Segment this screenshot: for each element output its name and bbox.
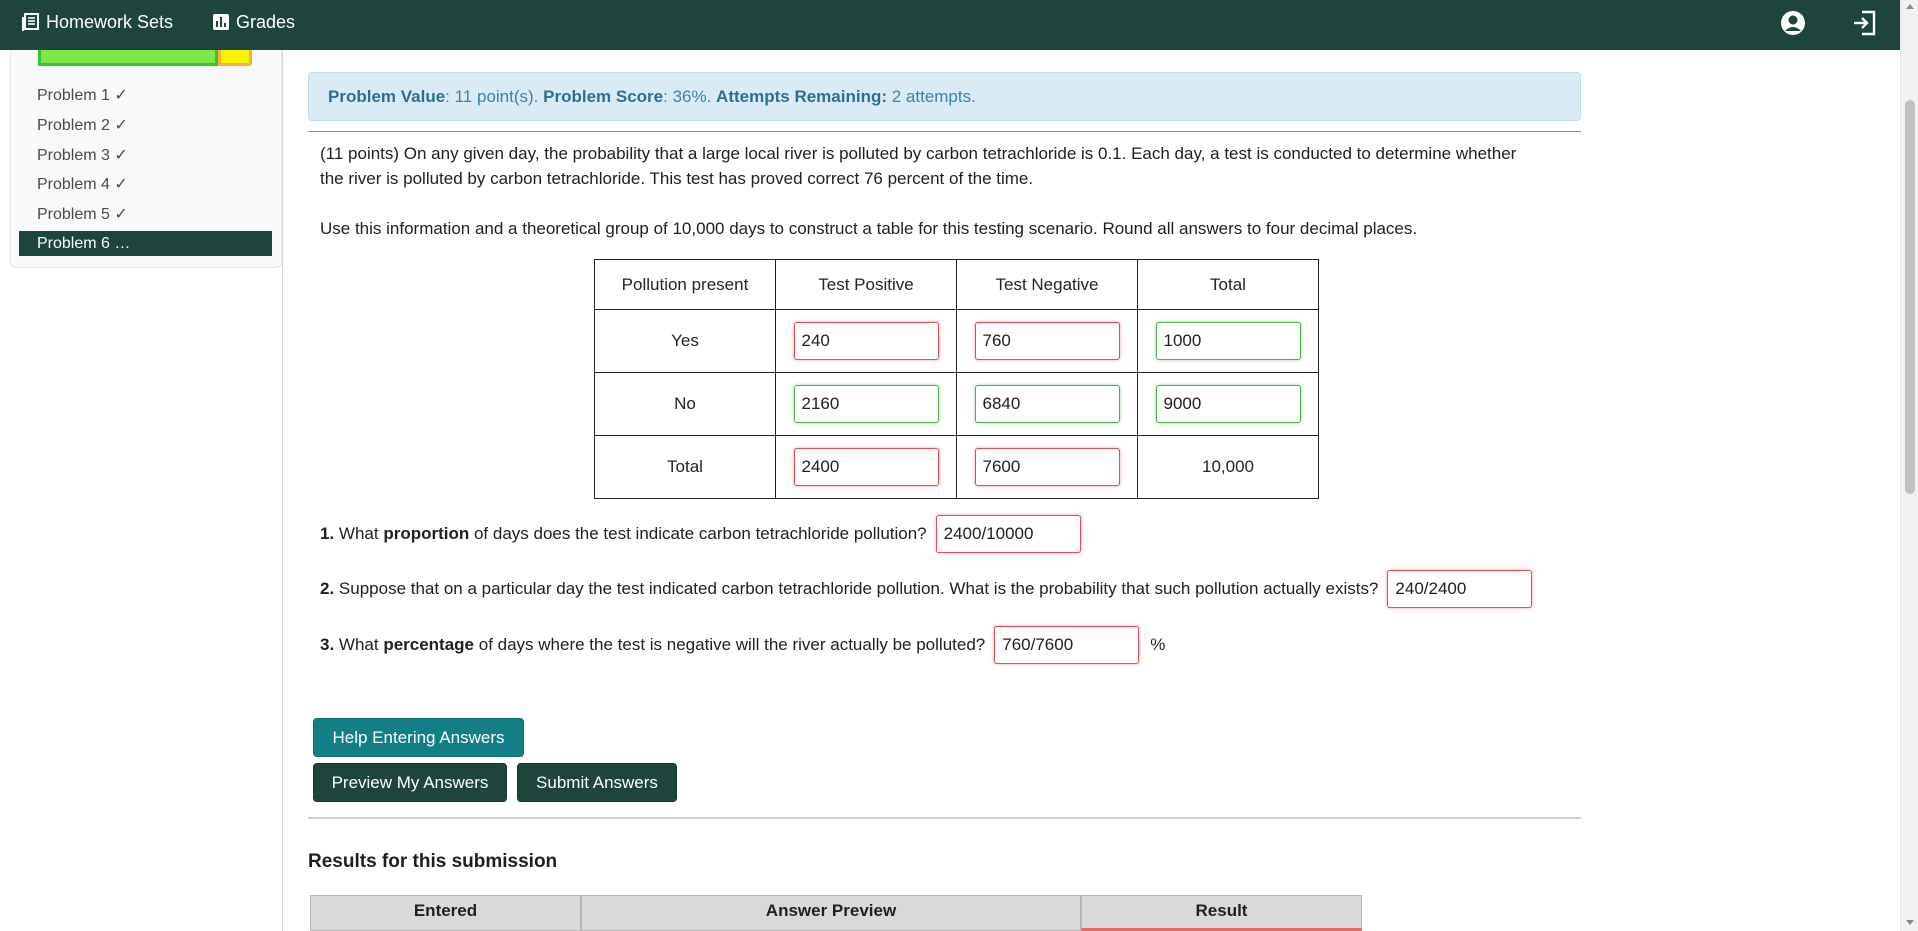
scroll-up-arrow-icon[interactable] <box>1906 4 1914 9</box>
question-text: of days does the test indicate carbon te… <box>469 524 927 543</box>
question-2: 2. Suppose that on a particular day the … <box>320 570 1533 608</box>
no-negative-input[interactable] <box>974 385 1120 423</box>
user-account-icon[interactable] <box>1780 10 1806 36</box>
no-total-input[interactable] <box>1155 385 1301 423</box>
contingency-table: Pollution present Test Positive Test Neg… <box>594 259 1319 499</box>
question-number: 1. <box>320 524 335 543</box>
question-text: of days where the test is negative will … <box>474 635 986 654</box>
question-number: 2. <box>320 579 335 598</box>
divider <box>308 817 1581 819</box>
nav-homework-label: Homework Sets <box>46 11 174 32</box>
yes-positive-input[interactable] <box>793 322 939 360</box>
problem-value-text: : 11 point(s). <box>445 86 544 106</box>
scroll-thumb[interactable] <box>1905 100 1915 494</box>
table-row: Total 10,000 <box>594 435 1319 499</box>
top-navbar: Homework Sets Grades <box>0 0 1900 50</box>
problem-status-alert: Problem Value: 11 point(s). Problem Scor… <box>308 72 1581 121</box>
problem-intro-line-2: the river is polluted by carbon tetrachl… <box>320 169 1034 188</box>
attempts-remaining-label: Attempts Remaining: <box>716 86 888 106</box>
grand-total-value: 10,000 <box>1137 435 1319 499</box>
nav-homework-sets[interactable]: Homework Sets <box>22 0 173 44</box>
table-header: Test Negative <box>956 259 1138 310</box>
question-1-answer-input[interactable] <box>935 515 1081 553</box>
sidebar-item-problem-3[interactable]: Problem 3 ✓ <box>37 145 128 165</box>
table-header-row: Pollution present Test Positive Test Neg… <box>594 259 1319 310</box>
divider <box>308 131 1581 132</box>
logout-icon[interactable] <box>1852 10 1878 36</box>
book-icon <box>22 13 39 31</box>
problem-intro-line-1: (11 points) On any given day, the probab… <box>320 144 1517 163</box>
nav-grades-label: Grades <box>236 11 296 32</box>
bar-chart-icon <box>213 14 229 30</box>
row-label-no: No <box>594 372 776 436</box>
scroll-down-arrow-icon[interactable] <box>1906 920 1914 925</box>
question-text: What <box>334 524 384 543</box>
problem-instruction: Use this information and a theoretical g… <box>320 219 1418 238</box>
results-title: Results for this submission <box>308 851 558 872</box>
question-keyword: percentage <box>383 635 475 654</box>
yes-negative-input[interactable] <box>974 322 1120 360</box>
problem-score-text: : 36%. <box>663 86 717 106</box>
question-text: Suppose that on a particular day the tes… <box>334 579 1379 598</box>
results-column-entered: Entered <box>310 895 581 931</box>
table-header: Pollution present <box>594 259 776 310</box>
problem-value-label: Problem Value <box>328 86 446 106</box>
sidebar-item-problem-6[interactable]: Problem 6 … <box>19 231 272 256</box>
table-row: Yes <box>594 309 1319 373</box>
question-3: 3. What percentage of days where the tes… <box>320 626 1165 664</box>
progress-bar-partial <box>218 50 252 66</box>
preview-answers-button[interactable]: Preview My Answers <box>313 763 507 802</box>
total-negative-input[interactable] <box>974 448 1120 486</box>
sidebar-divider <box>282 50 283 931</box>
sidebar-item-problem-1[interactable]: Problem 1 ✓ <box>37 85 128 105</box>
progress-bar-complete <box>38 50 218 66</box>
question-1: 1. What proportion of days does the test… <box>320 515 1081 553</box>
table-header: Total <box>1137 259 1319 310</box>
row-label-total: Total <box>594 435 776 499</box>
yes-total-input[interactable] <box>1155 322 1301 360</box>
table-row: No <box>594 372 1319 436</box>
results-column-answer-preview: Answer Preview <box>581 895 1081 931</box>
sidebar-item-problem-2[interactable]: Problem 2 ✓ <box>37 115 128 135</box>
question-3-answer-input[interactable] <box>994 626 1140 664</box>
help-entering-answers-button[interactable]: Help Entering Answers <box>313 718 524 757</box>
question-text: What <box>334 635 384 654</box>
question-number: 3. <box>320 635 335 654</box>
sidebar-item-problem-5[interactable]: Problem 5 ✓ <box>37 204 128 224</box>
submit-answers-button[interactable]: Submit Answers <box>517 763 677 802</box>
results-table-header: Entered Answer Preview Result <box>310 895 1362 931</box>
sidebar-item-problem-4[interactable]: Problem 4 ✓ <box>37 174 128 194</box>
nav-grades[interactable]: Grades <box>212 0 295 44</box>
question-2-answer-input[interactable] <box>1387 570 1533 608</box>
problem-score-label: Problem Score <box>543 86 664 106</box>
attempts-remaining-text: 2 attempts. <box>887 86 976 106</box>
results-column-result: Result <box>1081 895 1362 931</box>
page-scrollbar[interactable] <box>1900 0 1918 931</box>
row-label-yes: Yes <box>594 309 776 373</box>
total-positive-input[interactable] <box>793 448 939 486</box>
percent-suffix: % <box>1150 635 1166 654</box>
question-keyword: proportion <box>383 524 470 543</box>
no-positive-input[interactable] <box>793 385 939 423</box>
table-header: Test Positive <box>775 259 957 310</box>
